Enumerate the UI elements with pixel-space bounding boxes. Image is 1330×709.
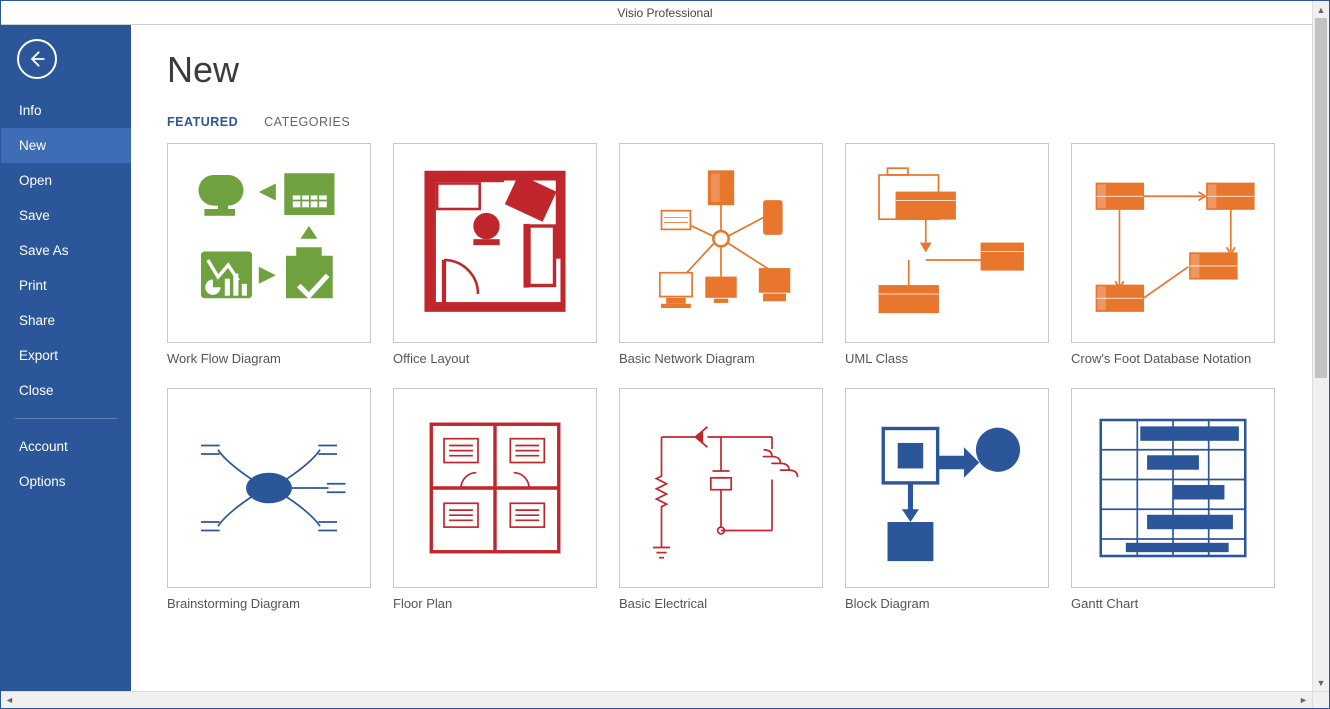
scroll-down-arrow-icon[interactable]: ▼ [1313,674,1330,691]
app-window: Visio Professional Info New Open Save Sa… [0,0,1330,709]
tab-categories[interactable]: CATEGORIES [264,115,350,129]
network-icon [619,143,823,343]
scroll-left-arrow-icon[interactable]: ◄ [1,692,18,709]
template-grid: Work Flow Diagram Office Layout [167,143,1293,611]
crowsfoot-icon [1071,143,1275,343]
horizontal-scrollbar[interactable]: ◄ ► [1,691,1312,708]
sidebar-item-save[interactable]: Save [1,198,131,233]
template-card-workflow[interactable]: Work Flow Diagram [167,143,371,366]
template-label: Gantt Chart [1071,596,1275,611]
template-card-electrical[interactable]: Basic Electrical [619,388,823,611]
sidebar-item-save-as[interactable]: Save As [1,233,131,268]
sidebar-item-share[interactable]: Share [1,303,131,338]
sidebar-item-open[interactable]: Open [1,163,131,198]
template-card-brainstorm[interactable]: Brainstorming Diagram [167,388,371,611]
scroll-up-arrow-icon[interactable]: ▲ [1313,1,1330,18]
sidebar-separator [15,418,117,419]
template-card-office[interactable]: Office Layout [393,143,597,366]
template-card-network[interactable]: Basic Network Diagram [619,143,823,366]
template-card-uml[interactable]: UML Class [845,143,1049,366]
body: Info New Open Save Save As Print Share E… [1,25,1329,708]
tab-featured[interactable]: FEATURED [167,115,238,129]
scroll-track[interactable] [18,692,1295,708]
office-icon [393,143,597,343]
template-label: Office Layout [393,351,597,366]
backstage-sidebar: Info New Open Save Save As Print Share E… [1,25,131,708]
template-label: Basic Network Diagram [619,351,823,366]
scrollbar-corner [1312,691,1329,708]
template-label: UML Class [845,351,1049,366]
template-label: Floor Plan [393,596,597,611]
template-label: Brainstorming Diagram [167,596,371,611]
sidebar-item-new[interactable]: New [1,128,131,163]
template-label: Crow's Foot Database Notation [1071,351,1275,366]
template-label: Work Flow Diagram [167,351,371,366]
template-card-floorplan[interactable]: Floor Plan [393,388,597,611]
sidebar-item-label: Info [19,103,42,118]
page-title: New [167,49,1293,91]
tab-label: FEATURED [167,115,238,129]
sidebar-item-label: Options [19,474,66,489]
electrical-icon [619,388,823,588]
sidebar-item-info[interactable]: Info [1,93,131,128]
template-label: Block Diagram [845,596,1049,611]
template-card-gantt[interactable]: Gantt Chart [1071,388,1275,611]
template-card-crowsfoot[interactable]: Crow's Foot Database Notation [1071,143,1275,366]
template-card-block[interactable]: Block Diagram [845,388,1049,611]
scroll-track[interactable] [1313,18,1329,674]
scroll-right-arrow-icon[interactable]: ► [1295,692,1312,709]
title-bar: Visio Professional [1,1,1329,25]
sidebar-item-close[interactable]: Close [1,373,131,408]
sidebar-item-label: Save As [19,243,69,258]
floorplan-icon [393,388,597,588]
back-arrow-icon [27,49,47,69]
uml-icon [845,143,1049,343]
window-title: Visio Professional [617,6,712,20]
brainstorm-icon [167,388,371,588]
tab-label: CATEGORIES [264,115,350,129]
sidebar-item-export[interactable]: Export [1,338,131,373]
sidebar-item-options[interactable]: Options [1,464,131,499]
sidebar-item-account[interactable]: Account [1,429,131,464]
sidebar-item-label: Account [19,439,68,454]
workflow-icon [167,143,371,343]
sidebar-item-print[interactable]: Print [1,268,131,303]
sidebar-item-label: Print [19,278,47,293]
sidebar-item-label: Save [19,208,50,223]
block-icon [845,388,1049,588]
main-panel: New FEATURED CATEGORIES Work [131,25,1329,708]
back-button[interactable] [17,39,57,79]
vertical-scrollbar[interactable]: ▲ ▼ [1312,1,1329,691]
sidebar-item-label: Close [19,383,54,398]
sidebar-item-label: Export [19,348,58,363]
sidebar-item-label: Open [19,173,52,188]
template-tabs: FEATURED CATEGORIES [167,115,1293,129]
sidebar-item-label: Share [19,313,55,328]
template-label: Basic Electrical [619,596,823,611]
gantt-icon [1071,388,1275,588]
sidebar-item-label: New [19,138,46,153]
scroll-thumb[interactable] [1315,18,1327,378]
